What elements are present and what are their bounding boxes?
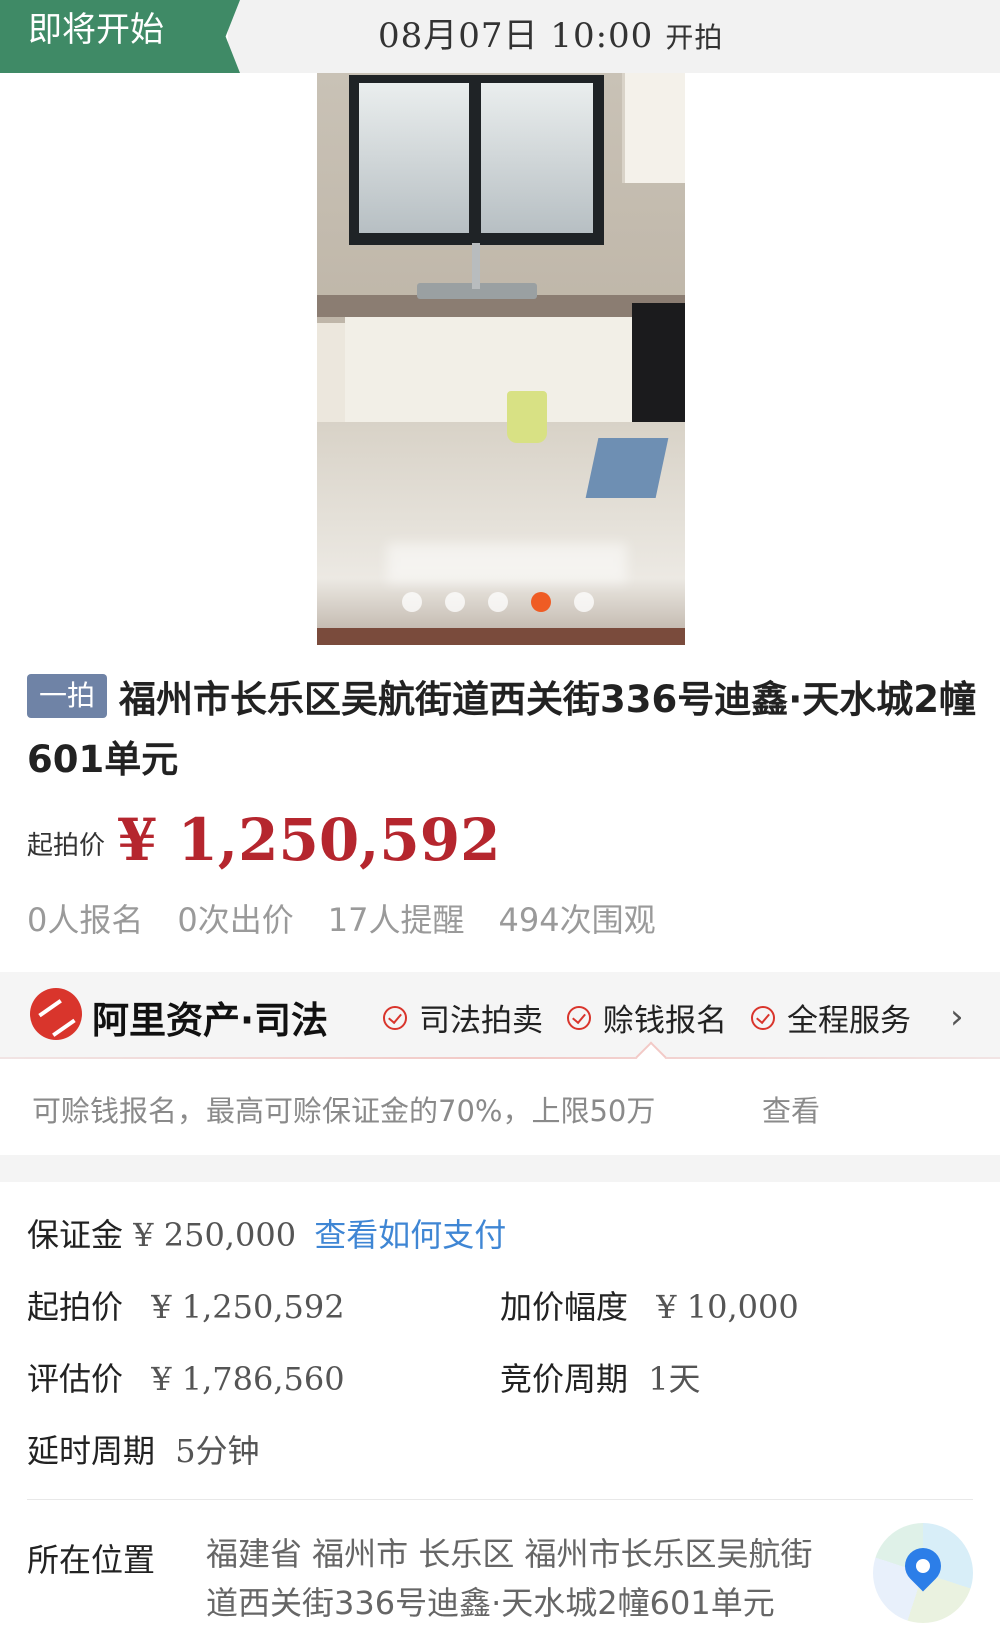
property-photo[interactable] [317,73,685,645]
gallery-dot[interactable] [574,592,594,612]
start-price-value: ¥ 1,250,592 [151,1288,345,1326]
check-circle-icon [751,1005,775,1030]
gallery-dot[interactable] [488,592,508,612]
service-brand: 阿里资产·司法 [92,999,329,1042]
gallery-dot-active[interactable] [531,592,551,612]
photo-window [349,75,604,245]
start-suffix: 开拍 [665,21,724,54]
photo-rug [585,438,669,498]
location-value: 福建省 福州市 长乐区 福州市长乐区吴航街道西关街336号迪鑫·天水城2幢601… [206,1535,813,1622]
service-item-judicial-auction: 司法拍卖 [383,995,543,1040]
appraisal-label: 评估价 [27,1360,124,1398]
appraisal-value: ¥ 1,786,560 [151,1360,345,1398]
check-circle-icon [567,1005,591,1030]
increment-label: 加价幅度 [500,1288,629,1326]
gallery-dot[interactable] [445,592,465,612]
stat-reminders: 17人提醒 [327,901,465,939]
gallery-dots[interactable] [402,592,594,612]
credit-note: 可赊钱报名，最高可赊保证金的70%，上限50万 [32,1094,656,1128]
cycle-value: 1天 [648,1360,701,1398]
detail-divider [27,1499,973,1500]
photo-base-cabinet [345,317,635,645]
cycle-row: 竞价周期 1天 [500,1354,701,1400]
price-label: 起拍价 [27,831,106,861]
credit-view-link[interactable]: 查看 [762,1088,820,1130]
band-divider [0,1057,1000,1059]
delay-label: 延时周期 [27,1432,156,1470]
stat-bids: 0次出价 [177,901,294,939]
gallery-dot[interactable] [402,592,422,612]
deposit-value: ¥ 250,000 [133,1216,297,1254]
start-time: 08月07日 10:00 开拍 [378,16,724,56]
increment-row: 加价幅度 ¥ 10,000 [500,1282,799,1328]
item-title: 福州市长乐区吴航街道西关街336号迪鑫·天水城2幢601单元 [27,678,977,781]
how-to-pay-link[interactable]: 查看如何支付 [314,1216,506,1254]
stat-views: 494次围观 [498,901,656,939]
photo-upper-cabinet [622,73,685,183]
appraisal-row: 评估价 ¥ 1,786,560 [27,1354,345,1400]
status-tag: 即将开始 [0,0,240,73]
deposit-label: 保证金 [27,1216,124,1254]
start-price-label: 起拍价 [27,1288,124,1326]
price-row: 起拍价 ¥ 1,250,592 [27,806,500,874]
deposit-row: 保证金 ¥ 250,000 查看如何支付 [27,1210,506,1256]
item-title-row: 一拍 福州市长乐区吴航街道西关街336号迪鑫·天水城2幢601单元 [27,670,977,790]
stats-row: 0人报名 0次出价 17人提醒 494次围观 [27,895,656,941]
photo-faucet [472,243,480,289]
photo-bin [507,391,547,443]
check-circle-icon [383,1005,407,1030]
chevron-right-icon[interactable]: › [950,997,964,1037]
photo-reflection [387,543,627,583]
photo-bottom-strip [317,628,685,645]
price-value: ¥ 1,250,592 [117,806,501,874]
increment-value: ¥ 10,000 [656,1288,799,1326]
service-item-credit-signup: 赊钱报名 [567,995,727,1040]
ali-asset-logo-icon [30,988,82,1040]
delay-value: 5分钟 [175,1432,260,1470]
start-price-row: 起拍价 ¥ 1,250,592 [27,1282,345,1328]
service-item-full-service: 全程服务 [751,995,911,1040]
cycle-label: 竞价周期 [500,1360,629,1398]
location-label: 所在位置 [27,1541,156,1579]
delay-row: 延时周期 5分钟 [27,1426,260,1472]
section-gap [0,1155,1000,1182]
stat-signups: 0人报名 [27,901,144,939]
auction-round-badge: 一拍 [27,674,108,718]
